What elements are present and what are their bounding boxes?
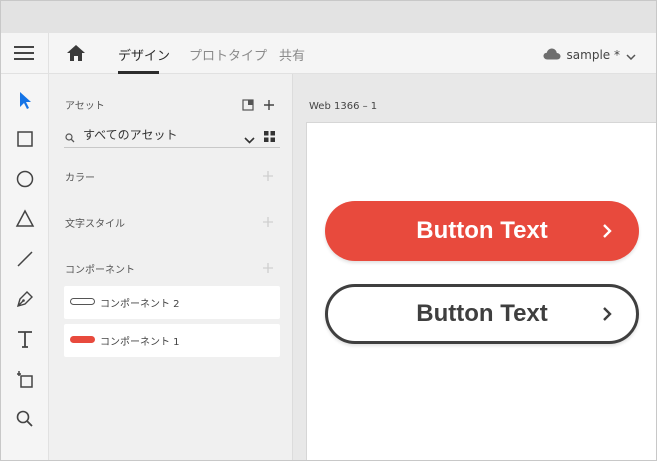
pen-tool-icon[interactable] bbox=[15, 289, 35, 309]
text-styles-section-label: 文字スタイル bbox=[65, 219, 125, 230]
artboard-name[interactable]: Web 1366 – 1 bbox=[309, 101, 377, 112]
tab-share[interactable]: 共有 bbox=[279, 45, 305, 64]
line-tool-icon[interactable] bbox=[15, 249, 35, 269]
colors-section-label: カラー bbox=[65, 173, 95, 184]
assets-panel: アセット すべてのアセット カラー 文字スタイル コンポーネント コンポーネント… bbox=[49, 74, 293, 460]
component-thumbnail bbox=[70, 298, 95, 305]
assets-filter-value: すべてのアセット bbox=[83, 128, 178, 142]
zoom-tool-icon[interactable] bbox=[15, 409, 35, 429]
divider bbox=[48, 33, 49, 74]
text-tool-icon[interactable] bbox=[15, 329, 35, 349]
chevron-down-icon[interactable] bbox=[244, 129, 255, 148]
app-window: デザイン プロトタイプ 共有 sample * アセット すべてのアセット カラ… bbox=[0, 0, 657, 461]
grid-view-icon[interactable] bbox=[264, 127, 275, 146]
cloud-icon bbox=[543, 45, 561, 64]
search-icon bbox=[65, 128, 75, 147]
add-asset-icon[interactable] bbox=[263, 96, 275, 115]
chevron-right-icon bbox=[601, 306, 613, 322]
hamburger-menu-icon[interactable] bbox=[14, 46, 34, 62]
artboard-tool-icon[interactable] bbox=[15, 369, 35, 389]
title-bar bbox=[1, 1, 656, 33]
tool-bar bbox=[1, 74, 49, 460]
components-section-label: コンポーネント bbox=[65, 265, 135, 276]
add-component-icon[interactable] bbox=[262, 259, 274, 273]
rectangle-tool-icon[interactable] bbox=[15, 129, 35, 149]
component-item-1[interactable]: コンポーネント 1 bbox=[64, 324, 280, 357]
tab-prototype[interactable]: プロトタイプ bbox=[189, 45, 267, 64]
component-item-2[interactable]: コンポーネント 2 bbox=[64, 286, 280, 319]
library-icon[interactable] bbox=[242, 96, 254, 115]
polygon-tool-icon[interactable] bbox=[15, 209, 35, 229]
ellipse-tool-icon[interactable] bbox=[15, 169, 35, 189]
select-tool-icon[interactable] bbox=[15, 90, 35, 110]
tab-design[interactable]: デザイン bbox=[118, 45, 170, 64]
document-title-dropdown[interactable]: sample * bbox=[543, 45, 636, 64]
chevron-down-icon bbox=[626, 45, 636, 64]
button-text: Button Text bbox=[416, 217, 548, 244]
assets-search-filter[interactable]: すべてのアセット bbox=[64, 122, 280, 148]
filled-button-component[interactable]: Button Text bbox=[325, 201, 639, 261]
menu-bar: デザイン プロトタイプ 共有 sample * bbox=[1, 33, 656, 74]
chevron-right-icon bbox=[601, 223, 613, 239]
add-color-icon[interactable] bbox=[262, 167, 274, 181]
component-thumbnail bbox=[70, 336, 95, 343]
add-text-style-icon[interactable] bbox=[262, 213, 274, 227]
outline-button-component[interactable]: Button Text bbox=[325, 284, 639, 344]
component-label: コンポーネント 1 bbox=[100, 337, 180, 348]
component-label: コンポーネント 2 bbox=[100, 299, 180, 310]
button-text: Button Text bbox=[416, 300, 548, 327]
document-name: sample * bbox=[566, 47, 620, 62]
home-icon[interactable] bbox=[65, 43, 87, 63]
assets-panel-title: アセット bbox=[65, 101, 105, 112]
